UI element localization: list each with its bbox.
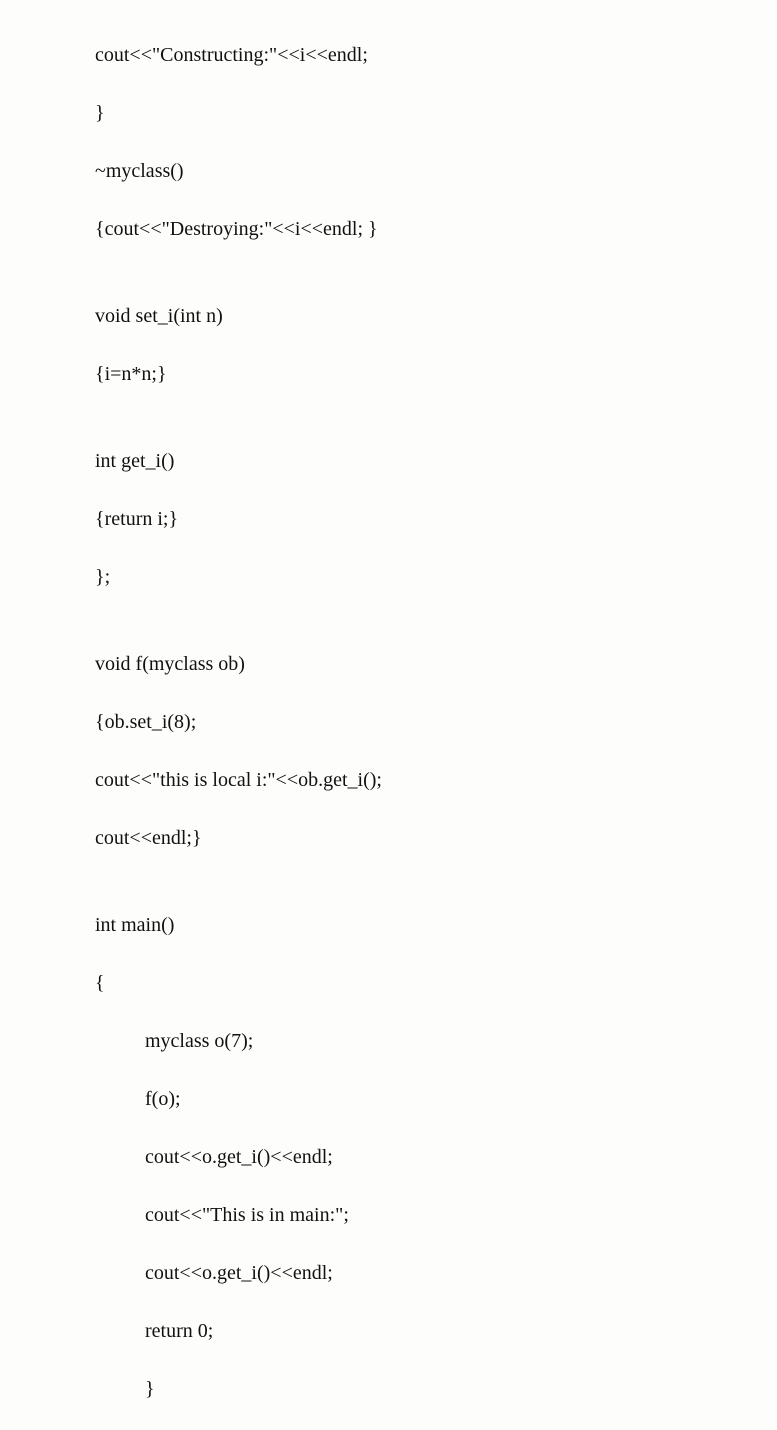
code-line: return 0;	[95, 1317, 777, 1346]
code-line: cout<<"Constructing:"<<i<<endl;	[95, 41, 777, 70]
code-line: {	[95, 969, 777, 998]
code-line: {cout<<"Destroying:"<<i<<endl; }	[95, 215, 777, 244]
code-line: void f(myclass ob)	[95, 650, 777, 679]
code-line: cout<<o.get_i()<<endl;	[95, 1259, 777, 1288]
code-line: {return i;}	[95, 505, 777, 534]
code-line: ~myclass()	[95, 157, 777, 186]
code-line: cout<<"this is local i:"<<ob.get_i();	[95, 766, 777, 795]
code-line: int main()	[95, 911, 777, 940]
code-line: }	[95, 1375, 777, 1404]
code-line: myclass o(7);	[95, 1027, 777, 1056]
code-line: cout<<"This is in main:";	[95, 1201, 777, 1230]
code-line: {ob.set_i(8);	[95, 708, 777, 737]
code-line: {i=n*n;}	[95, 360, 777, 389]
code-line: };	[95, 563, 777, 592]
code-line: cout<<endl;}	[95, 824, 777, 853]
code-block: cout<<"Constructing:"<<i<<endl; } ~mycla…	[0, 0, 777, 1430]
code-line: void set_i(int n)	[95, 302, 777, 331]
code-line: }	[95, 99, 777, 128]
code-line: int get_i()	[95, 447, 777, 476]
code-line: cout<<o.get_i()<<endl;	[95, 1143, 777, 1172]
code-line: f(o);	[95, 1085, 777, 1114]
